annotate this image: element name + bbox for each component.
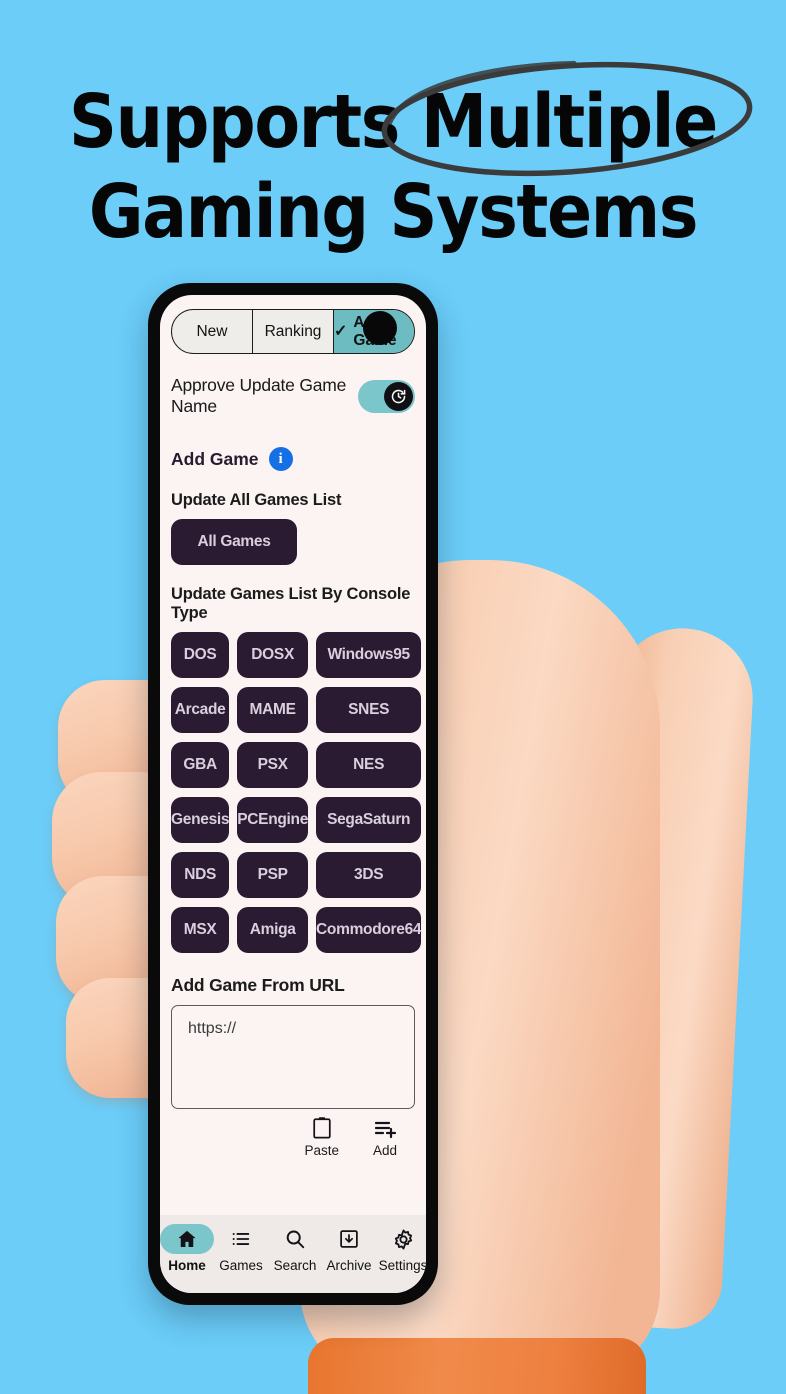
update-all-heading: Update All Games List (171, 491, 342, 509)
paste-label: Paste (304, 1143, 339, 1158)
console-button-genesis[interactable]: Genesis (171, 797, 230, 843)
console-button-snes[interactable]: SNES (316, 687, 422, 733)
nav-item-settings[interactable]: Settings (376, 1224, 426, 1273)
console-button-amiga[interactable]: Amiga (237, 907, 309, 953)
nav-label-search: Search (273, 1258, 317, 1273)
console-button-arcade[interactable]: Arcade (171, 687, 230, 733)
all-games-button[interactable]: All Games (171, 519, 297, 565)
add-game-title: Add Game (171, 448, 259, 469)
console-button-segasaturn[interactable]: SegaSaturn (316, 797, 422, 843)
nav-label-archive: Archive (326, 1258, 372, 1273)
console-button-windows95[interactable]: Windows95 (316, 632, 422, 678)
approve-update-label: Approve Update Game Name (171, 375, 347, 416)
nav-label-settings: Settings (378, 1258, 426, 1273)
bottom-navigation-bar: Home Games Search Archive Settings (160, 1215, 426, 1293)
home-icon (160, 1224, 214, 1254)
nav-item-home[interactable]: Home (160, 1224, 214, 1273)
gear-icon (376, 1224, 426, 1254)
clipboard-icon (311, 1116, 333, 1140)
nav-item-archive[interactable]: Archive (322, 1224, 376, 1273)
console-button-commodore64[interactable]: Commodore64 (316, 907, 422, 953)
archive-download-icon (322, 1224, 376, 1254)
add-game-section-header: Add Game i (171, 447, 415, 471)
tab-ranking[interactable]: Ranking (253, 310, 334, 353)
add-label: Add (372, 1143, 397, 1158)
tab-ranking-label: Ranking (264, 322, 322, 340)
console-button-pcengine[interactable]: PCEngine (237, 797, 308, 843)
approve-update-toggle[interactable] (358, 379, 415, 413)
by-console-heading: Update Games List By Console Type (171, 585, 411, 622)
sleeve-cuff (308, 1338, 646, 1394)
nav-item-search[interactable]: Search (268, 1224, 322, 1273)
console-button-psp[interactable]: PSP (237, 852, 309, 898)
add-game-url-heading: Add Game From URL (171, 975, 345, 995)
list-icon (214, 1224, 268, 1254)
search-icon (268, 1224, 322, 1254)
console-button-dos[interactable]: DOS (171, 632, 230, 678)
url-action-row: Paste Add (171, 1116, 415, 1158)
check-icon: ✓ (334, 322, 348, 340)
main-content: Approve Update Game Name Add Game i Upda… (160, 354, 426, 1215)
console-button-dosx[interactable]: DOSX (237, 632, 309, 678)
console-button-mame[interactable]: MAME (237, 687, 309, 733)
console-button-msx[interactable]: MSX (171, 907, 230, 953)
info-icon[interactable]: i (268, 447, 293, 471)
playlist-add-icon (373, 1116, 397, 1140)
nav-label-games: Games (219, 1258, 263, 1273)
paste-button[interactable]: Paste (304, 1116, 339, 1158)
phone-screen: New Ranking ✓ Add Game Approve Update Ga… (160, 295, 426, 1293)
console-button-psx[interactable]: PSX (237, 742, 309, 788)
tab-new-label: New (196, 322, 228, 340)
console-button-3ds[interactable]: 3DS (316, 852, 422, 898)
game-url-input[interactable]: https:// (171, 1005, 415, 1109)
add-button[interactable]: Add (373, 1116, 397, 1158)
nav-item-games[interactable]: Games (214, 1224, 268, 1273)
approve-update-row: Approve Update Game Name (171, 375, 415, 416)
console-button-nes[interactable]: NES (316, 742, 422, 788)
console-button-gba[interactable]: GBA (171, 742, 230, 788)
console-button-grid: DOS DOSX Windows95 Arcade MAME SNES GBA … (171, 632, 422, 953)
nav-label-home: Home (168, 1258, 206, 1273)
restore-icon (384, 381, 413, 411)
camera-cutout (363, 311, 397, 345)
tab-new[interactable]: New (172, 310, 253, 353)
console-button-nds[interactable]: NDS (171, 852, 230, 898)
